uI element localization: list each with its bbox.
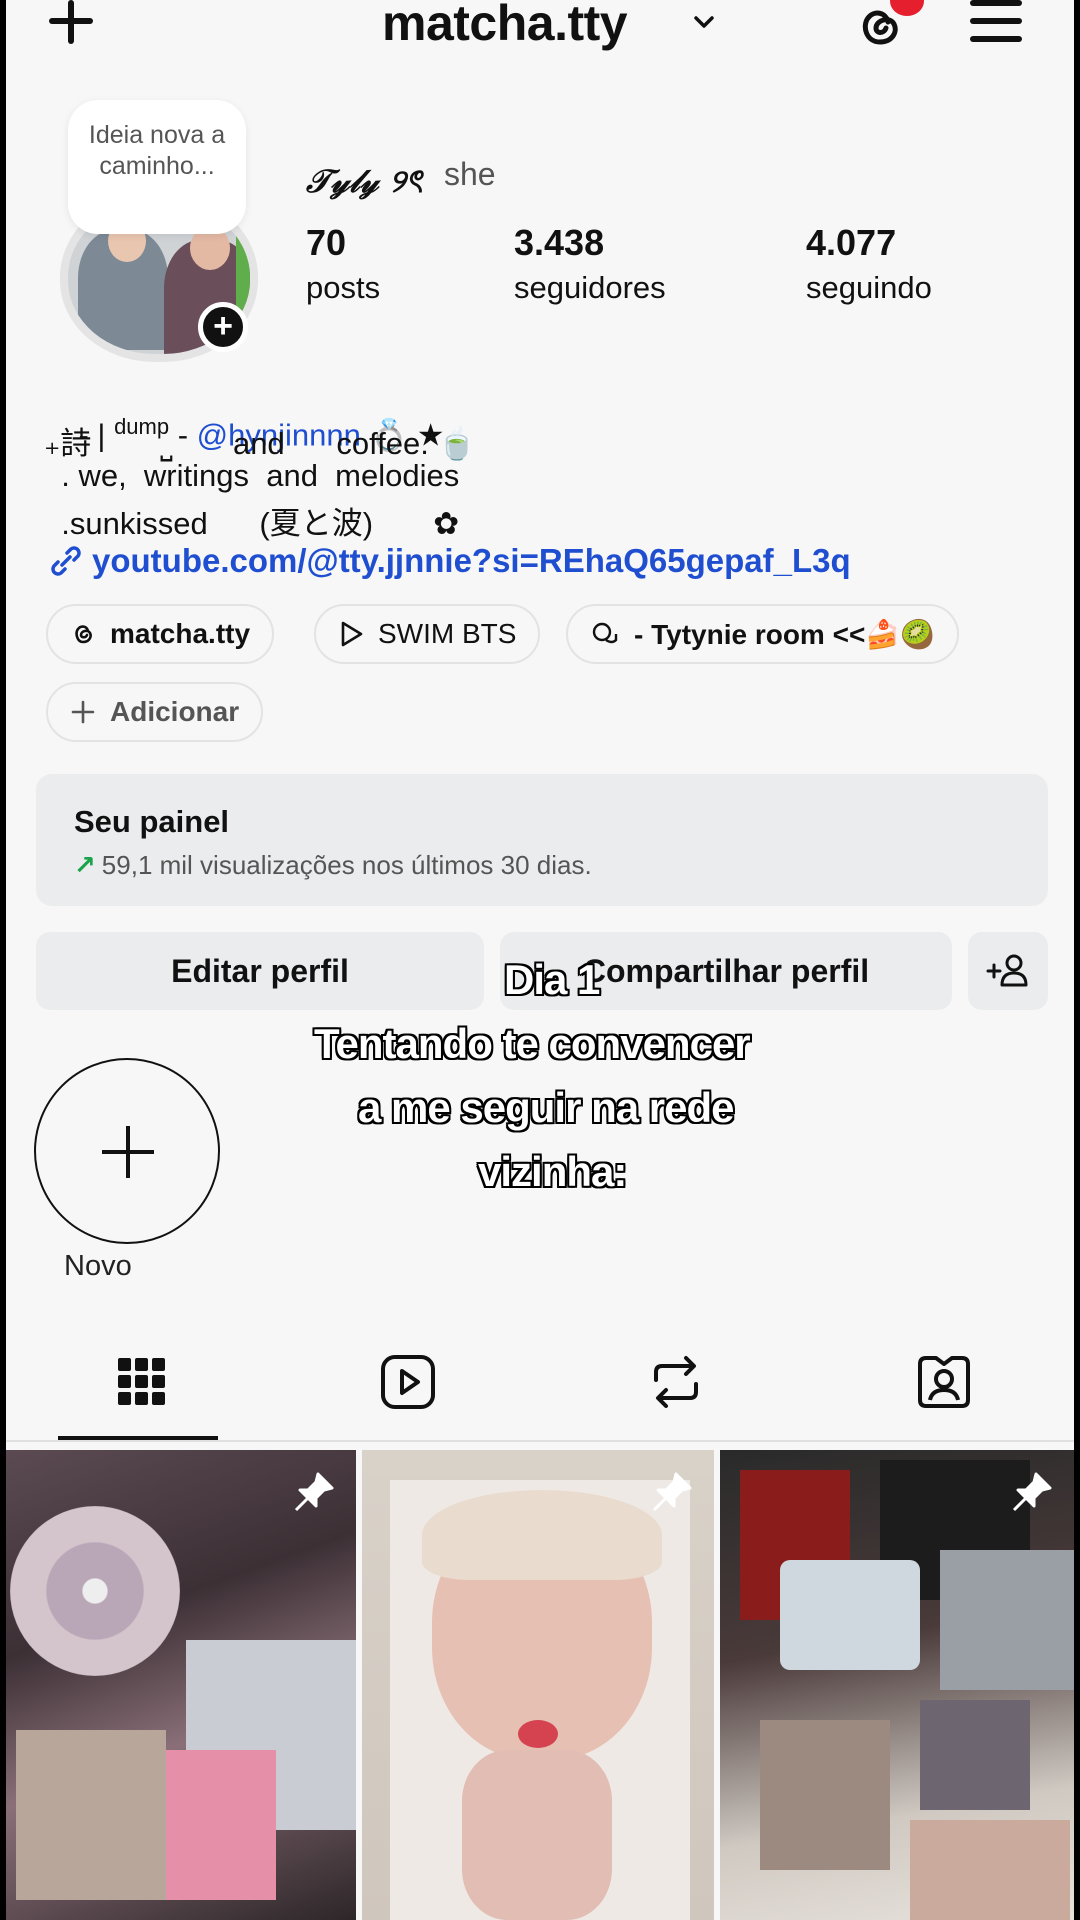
post-tile[interactable] [362,1450,714,1920]
reposts-icon[interactable] [646,1352,706,1412]
menu-icon[interactable] [970,0,1026,46]
bio-link[interactable]: youtube.com/@tty.jjnnie?si=REhaQ65gepaf_… [48,542,851,580]
chip-add[interactable]: Adicionar [46,682,264,742]
stat-value: 4.077 [806,222,897,263]
create-plus-icon[interactable] [42,0,98,44]
reels-icon[interactable] [378,1352,438,1412]
edit-profile-button[interactable]: Editar perfil [36,932,484,1010]
stat-followers[interactable]: 3.438 seguidores [514,222,666,306]
plus-icon [71,700,95,724]
stat-posts[interactable]: 70 posts [306,222,380,306]
threads-icon [75,625,92,644]
bio-line-2: ₊詩 ⎵ and coffee. 🍵 [44,426,477,461]
suggest-people-button[interactable] [968,932,1048,1010]
pink-card [166,1750,276,1900]
username-title[interactable]: matcha.tty [382,0,628,52]
panel-title: Seu painel [74,804,230,839]
link-icon [51,546,81,576]
overlay-caption-3: a me seguir na rede [358,1084,735,1131]
display-name: 𝒯𝓎𝓁𝓎 ୨ৎ [306,162,423,200]
lips-image [518,1720,558,1748]
trend-up-icon: ↗ [74,850,96,880]
stat-label: seguidores [514,270,666,305]
pin-icon [294,1472,334,1512]
cd-image [10,1506,180,1676]
hands-image [462,1750,612,1920]
chevron-down-icon[interactable] [690,8,718,36]
overlay-caption-2: Tentando te convencer [314,1020,751,1067]
add-person-icon [986,954,1028,987]
pin-icon [652,1472,692,1512]
photo-card [16,1730,166,1900]
stat-following[interactable]: 4.077 seguindo [806,222,932,306]
chip-label: matcha.tty [110,618,251,649]
tagged-icon[interactable] [914,1352,974,1412]
cd-case [780,1560,920,1670]
chip-label: - Tytynie room <<🍰🥝 [634,618,936,650]
stat-label: seguindo [806,270,932,305]
bio-link-text: youtube.com/@tty.jjnnie?si=REhaQ65gepaf_… [92,542,851,579]
chip-label: SWIM BTS [378,618,517,649]
photo-card [910,1820,1070,1920]
overlay-caption-1: Dia 1 [504,956,600,1003]
photo-card [920,1700,1030,1810]
new-highlight-button[interactable] [34,1058,220,1244]
post-tile[interactable] [720,1450,1074,1920]
new-highlight-label: Novo [64,1250,132,1282]
profile-screen: matcha.tty + Ideia nova a caminho... 𝒯𝓎𝓁… [6,0,1074,1920]
post-tile[interactable] [6,1450,356,1920]
pin-icon [1012,1472,1052,1512]
grid-icon[interactable] [112,1352,172,1412]
note-bubble[interactable]: Ideia nova a caminho... [68,100,246,234]
chip-chat[interactable]: - Tytynie room <<🍰🥝 [566,604,960,664]
stat-value: 70 [306,222,347,263]
pronouns: she [444,156,496,192]
tab-divider [6,1440,1074,1442]
hair-image [422,1490,662,1580]
stat-label: posts [306,270,381,305]
play-icon [341,621,363,647]
photo-card [760,1720,890,1870]
photo-card [940,1550,1074,1690]
dashboard-panel[interactable]: Seu painel ↗ 59,1 mil visualizações nos ú… [36,774,1048,906]
chip-playlist[interactable]: SWIM BTS [314,604,541,664]
panel-subtitle: ↗ 59,1 mil visualizações nos últimos 30 d… [74,850,592,881]
panel-subtitle-text: 59,1 mil visualizações nos últimos 30 di… [101,850,592,880]
add-story-icon[interactable]: + [198,302,248,352]
chat-icon [592,622,618,644]
bio-line-4: .sunkissed (夏と波) ✿ [44,506,460,541]
chip-label: Adicionar [110,696,240,727]
overlay-caption-4: vizinha: [478,1148,627,1195]
chip-threads[interactable]: matcha.tty [46,604,275,664]
stat-value: 3.438 [514,222,605,263]
bio-line-3: . we, writings and melodies [44,458,460,493]
